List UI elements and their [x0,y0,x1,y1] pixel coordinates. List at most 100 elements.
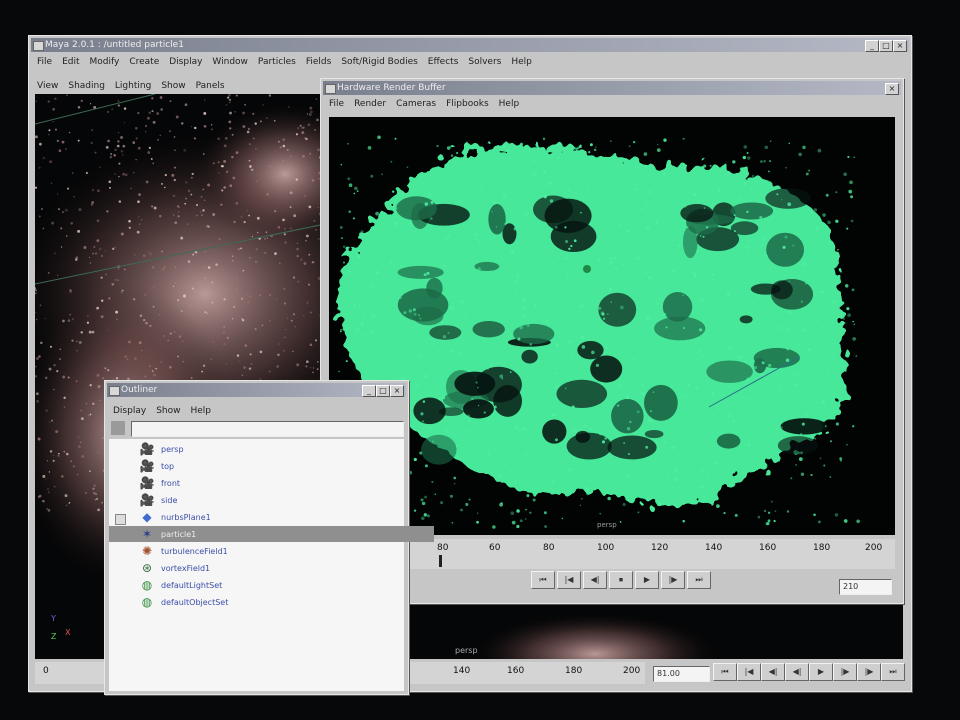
play-backwards-button[interactable]: ◀| [785,663,809,681]
outliner-menubar: Display Show Help [107,403,406,418]
expand-toggle-icon[interactable] [115,514,126,525]
render-tick-8: 200 [865,543,883,553]
outliner-close-button[interactable]: × [390,385,404,397]
maya-titlebar[interactable]: Maya 2.0.1 : /untitled particle1 _ □ × [31,38,909,52]
maximize-button[interactable]: □ [879,40,893,52]
current-time-field[interactable]: 81.00 [653,666,710,682]
menu-display[interactable]: Display [169,57,202,67]
list-item[interactable]: 🎥 side [139,492,399,508]
panel-menu-shading[interactable]: Shading [68,81,105,91]
outliner-search-input[interactable] [131,421,404,437]
time-tick-0: 0 [43,666,49,676]
panel-menu-view[interactable]: View [37,81,58,91]
render-prev-frame-button[interactable]: ◀| [583,571,607,589]
maya-title: Maya 2.0.1 : /untitled particle1 [45,40,184,50]
render-go-to-end-button[interactable]: ⏭ [687,571,711,589]
menu-help[interactable]: Help [511,57,532,67]
light-set-icon: ◍ [141,578,153,592]
list-item[interactable]: ✺ turbulenceField1 [139,543,399,559]
render-time-slider[interactable]: 80 60 80 100 120 140 160 180 200 [329,539,895,569]
render-buffer-title: Hardware Render Buffer [337,83,446,93]
menu-file[interactable]: File [37,57,52,67]
menu-create[interactable]: Create [129,57,159,67]
viewport-camera-label: persp [455,646,478,655]
render-next-frame-button[interactable]: |▶ [661,571,685,589]
close-button[interactable]: × [893,40,907,52]
render-menu-cameras[interactable]: Cameras [396,99,436,109]
panel-menu-lighting[interactable]: Lighting [115,81,151,91]
panel-menubar: View Shading Lighting Show Panels [31,78,317,93]
list-item[interactable]: 🎥 front [139,475,399,491]
step-back-frame-button[interactable]: ◀| [761,663,785,681]
panel-menu-show[interactable]: Show [161,81,185,91]
step-back-key-button[interactable]: |◀ [737,663,761,681]
render-buffer-titlebar[interactable]: Hardware Render Buffer × [323,81,901,95]
render-tick-3: 100 [597,543,615,553]
list-item[interactable]: ⊛ vortexField1 [139,560,399,576]
render-camera-label: persp [597,521,617,529]
axis-x-label: X [65,628,71,637]
camera-icon: 🎥 [139,459,155,473]
outliner-menu-display[interactable]: Display [113,406,146,416]
menu-edit[interactable]: Edit [62,57,79,67]
render-time-marker[interactable] [439,555,442,567]
render-buffer-close-button[interactable]: × [885,83,899,95]
render-menu-render[interactable]: Render [354,99,386,109]
render-tick-7: 180 [813,543,831,553]
maya-app-icon [33,41,44,51]
render-tick-4: 120 [651,543,669,553]
go-to-end-button[interactable]: ⏭ [881,663,905,681]
play-forwards-button[interactable]: ▶ [809,663,833,681]
outliner-filter-toggle[interactable] [111,421,125,435]
render-buffer-menubar: File Render Cameras Flipbooks Help [323,96,901,111]
step-forward-frame-button[interactable]: |▶ [833,663,857,681]
axis-y-label: Y [51,614,56,623]
render-frame-field[interactable]: 210 [839,579,892,595]
time-tick-140: 140 [453,666,471,676]
render-buffer-view[interactable]: persp [329,117,895,535]
vortex-field-icon: ⊛ [141,561,153,575]
turbulence-field-icon: ✺ [141,544,153,558]
render-tick-0: 80 [437,543,449,553]
menu-solvers[interactable]: Solvers [468,57,501,67]
axis-indicator: Y X Z [47,614,77,644]
menu-modify[interactable]: Modify [90,57,120,67]
outliner-list: 🎥 persp 🎥 top 🎥 front 🎥 side ◆ nurbsPlan… [109,439,434,691]
outliner-maximize-button[interactable]: □ [376,385,390,397]
particle-icon: ✶ [141,527,153,541]
menu-particles[interactable]: Particles [258,57,296,67]
menu-soft-rigid-bodies[interactable]: Soft/Rigid Bodies [341,57,417,67]
list-item[interactable]: ◍ defaultLightSet [139,577,399,593]
menu-window[interactable]: Window [212,57,248,67]
outliner-menu-show[interactable]: Show [156,406,180,416]
render-go-to-start-button[interactable]: ⏮ [531,571,555,589]
step-forward-key-button[interactable]: |▶ [857,663,881,681]
list-item-selected[interactable]: ✶ particle1 [109,526,434,542]
outliner-menu-help[interactable]: Help [190,406,211,416]
list-item[interactable]: 🎥 top [139,458,399,474]
menu-effects[interactable]: Effects [428,57,459,67]
render-stop-button[interactable]: ⏹ [609,571,633,589]
outliner-titlebar[interactable]: Outliner _ □ × [107,383,406,397]
object-set-icon: ◍ [141,595,153,609]
outliner-window: Outliner _ □ × Display Show Help 🎥 persp… [104,380,434,695]
list-item[interactable]: ◆ nurbsPlane1 [139,509,399,525]
camera-icon: 🎥 [139,476,155,490]
render-step-back-button[interactable]: |◀ [557,571,581,589]
outliner-title: Outliner [121,385,158,395]
menu-fields[interactable]: Fields [306,57,331,67]
panel-menu-panels[interactable]: Panels [196,81,225,91]
render-tick-5: 140 [705,543,723,553]
nurbs-plane-icon: ◆ [142,510,152,524]
render-menu-file[interactable]: File [329,99,344,109]
list-item[interactable]: 🎥 persp [139,441,399,457]
render-menu-flipbooks[interactable]: Flipbooks [446,99,489,109]
render-tick-1: 60 [489,543,501,553]
minimize-button[interactable]: _ [865,40,879,52]
go-to-start-button[interactable]: ⏮ [713,663,737,681]
outliner-minimize-button[interactable]: _ [362,385,376,397]
render-menu-help[interactable]: Help [499,99,520,109]
axis-z-label: Z [51,632,57,641]
list-item[interactable]: ◍ defaultObjectSet [139,594,399,610]
render-play-button[interactable]: ▶ [635,571,659,589]
